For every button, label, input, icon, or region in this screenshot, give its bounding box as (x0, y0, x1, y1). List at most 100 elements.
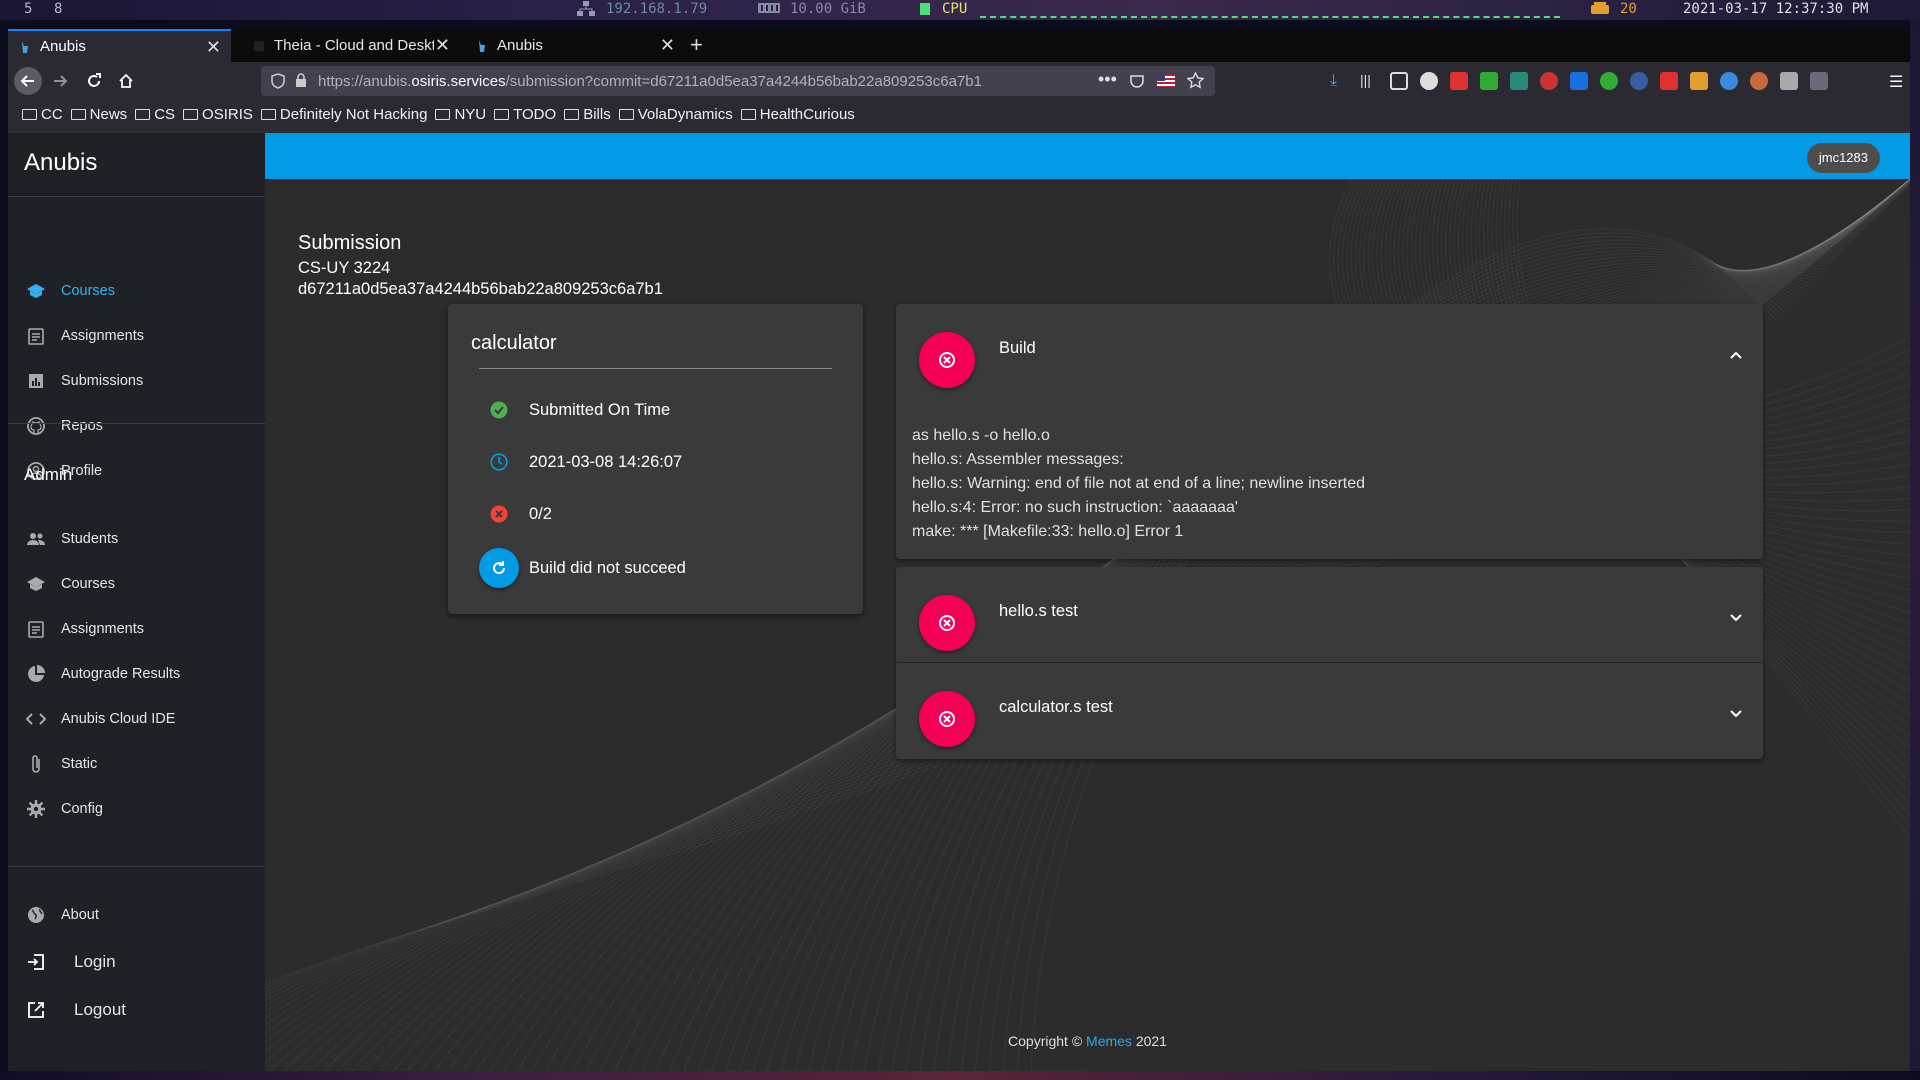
extension-icon[interactable] (1630, 72, 1648, 90)
status-row-build: Build did not succeed (479, 548, 686, 588)
test-title: calculator.s test (999, 698, 1113, 716)
tab-anubis-2[interactable]: Anubis ✕ (465, 29, 685, 62)
reload-button[interactable] (80, 67, 108, 95)
bookmark-item[interactable]: VolaDynamics (618, 106, 733, 123)
cpu-icon (918, 1, 932, 21)
sidebar-item-courses[interactable]: Courses (8, 271, 265, 311)
memory-icon (758, 1, 780, 19)
flag-icon[interactable] (1157, 74, 1175, 91)
pocket-icon[interactable] (1129, 73, 1145, 93)
footer-link[interactable]: Memes (1086, 1033, 1132, 1049)
sidebar-item-label: Submissions (61, 373, 144, 389)
back-button[interactable] (14, 67, 42, 95)
sidebar-item-assignments[interactable]: Assignments (8, 609, 265, 649)
bookmark-item[interactable]: TODO (494, 106, 556, 123)
sidebar-section-title: Admin (24, 465, 73, 484)
extension-icon[interactable] (1540, 72, 1558, 90)
library-icon[interactable]: ||| (1360, 72, 1378, 90)
bookmark-label: VolaDynamics (637, 106, 733, 123)
app-brand[interactable]: Anubis (24, 149, 97, 177)
bookmark-item[interactable]: CC (22, 106, 63, 123)
tab-label: Anubis (40, 38, 86, 55)
sidebar-item-logout[interactable]: Logout (8, 990, 265, 1030)
extension-icon[interactable] (1810, 72, 1828, 90)
address-bar[interactable]: https://anubis.osiris.services/submissio… (261, 66, 1215, 96)
refresh-button[interactable] (479, 548, 519, 588)
sidebar-icon[interactable] (1390, 72, 1408, 90)
sidebar-item-label: Assignments (61, 621, 145, 637)
workspace-indicator[interactable]: 8 (54, 1, 62, 17)
user-chip[interactable]: jmc1283 (1806, 143, 1880, 173)
memory-usage: 10.00 GiB (790, 1, 866, 17)
more-actions-icon[interactable]: ••• (1098, 69, 1117, 90)
bookmark-item[interactable]: News (70, 106, 127, 123)
accordion-header[interactable]: calculator.s test (896, 663, 1763, 758)
theia-favicon-icon (252, 39, 266, 53)
updates-count: 20 (1620, 1, 1637, 17)
navigation-toolbar: https://anubis.osiris.services/submissio… (8, 62, 1910, 100)
home-button[interactable] (112, 67, 140, 95)
bookmark-star-icon[interactable] (1186, 71, 1205, 93)
accordion-header[interactable]: hello.s test (896, 567, 1763, 662)
cancel-icon (479, 494, 519, 534)
chevron-down-icon[interactable] (1727, 609, 1745, 627)
tab-theia[interactable]: Theia - Cloud and Desktop IDE ✕ (242, 29, 460, 62)
extension-icon[interactable] (1690, 72, 1708, 90)
tab-anubis[interactable]: Anubis ✕ (8, 29, 231, 62)
bookmark-item[interactable]: CS (135, 106, 175, 123)
workspace-indicator[interactable]: 5 (24, 1, 32, 17)
sidebar-item-submissions[interactable]: Submissions (8, 361, 265, 401)
bookmark-item[interactable]: OSIRIS (183, 106, 253, 123)
forward-button[interactable] (46, 67, 74, 95)
close-tab-icon[interactable]: ✕ (435, 35, 450, 56)
chevron-up-icon[interactable] (1727, 346, 1745, 364)
folder-icon (435, 109, 451, 120)
extension-icon[interactable] (1510, 72, 1528, 90)
sidebar-item-label: Logout (74, 1000, 126, 1019)
ip-address: 192.168.1.79 (606, 1, 708, 17)
sidebar-item-assignments[interactable]: Assignments (8, 316, 265, 356)
new-tab-button[interactable]: + (690, 32, 703, 58)
bookmark-item[interactable]: Definitely Not Hacking (260, 106, 427, 123)
status-row-submitted: Submitted On Time (479, 390, 670, 430)
extension-icon[interactable] (1450, 72, 1468, 90)
sidebar-item-about[interactable]: About (8, 895, 265, 935)
account-icon[interactable] (1420, 72, 1438, 90)
shield-icon[interactable] (271, 73, 285, 93)
extension-icon[interactable] (1480, 72, 1498, 90)
folder-icon (740, 109, 756, 120)
sidebar-item-login[interactable]: Login (8, 942, 265, 982)
extension-icon[interactable] (1750, 72, 1768, 90)
extension-icon[interactable] (1570, 72, 1588, 90)
extension-icon[interactable] (1720, 72, 1738, 90)
bookmark-item[interactable]: HealthCurious (740, 106, 855, 123)
arrow-left-icon (20, 75, 34, 87)
sidebar-item-anubis-cloud-ide[interactable]: Anubis Cloud IDE (8, 699, 265, 739)
url-text[interactable]: https://anubis.osiris.services/submissio… (318, 73, 982, 90)
lock-icon[interactable] (295, 73, 307, 92)
sidebar-item-label: Assignments (61, 328, 145, 344)
accordion-header[interactable]: Build (896, 304, 1763, 399)
extension-icon[interactable] (1780, 72, 1798, 90)
close-tab-icon[interactable]: ✕ (206, 37, 221, 58)
sidebar-item-autograde-results[interactable]: Autograde Results (8, 654, 265, 694)
bookmark-item[interactable]: NYU (435, 106, 486, 123)
bookmark-item[interactable]: Bills (564, 106, 611, 123)
cancel-icon (939, 615, 955, 631)
extension-icon[interactable] (1660, 72, 1678, 90)
extension-icon[interactable] (1600, 72, 1618, 90)
chevron-down-icon[interactable] (1727, 705, 1745, 723)
download-icon[interactable]: ⤓ (1330, 72, 1348, 90)
hamburger-menu-icon[interactable]: ☰ (1889, 72, 1903, 92)
sidebar-item-courses[interactable]: Courses (8, 564, 265, 604)
check-circle-icon (479, 390, 519, 430)
close-tab-icon[interactable]: ✕ (660, 35, 675, 56)
copyright-text: Copyright © (1008, 1033, 1087, 1049)
sidebar-item-config[interactable]: Config (8, 789, 265, 829)
footer: Copyright © Memes 2021 (265, 1033, 1910, 1049)
bookmark-label: HealthCurious (759, 106, 855, 123)
sidebar-item-students[interactable]: Students (8, 519, 265, 559)
desktop-wallpaper (1910, 20, 1920, 1071)
sidebar-item-repos[interactable]: Repos (8, 406, 265, 446)
sidebar-item-static[interactable]: Static (8, 744, 265, 784)
